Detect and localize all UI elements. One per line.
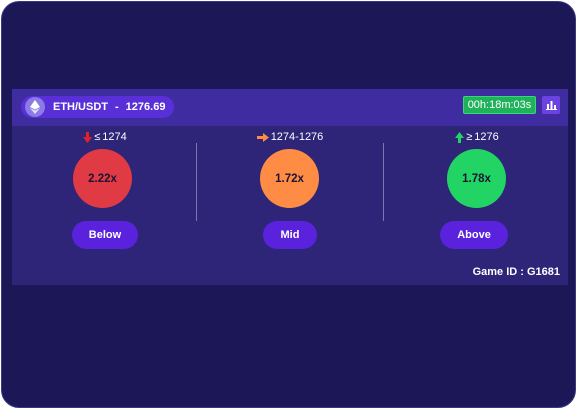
bar-chart-icon	[545, 101, 557, 110]
arrow-up-icon	[455, 131, 465, 143]
below-button[interactable]: Below	[72, 221, 138, 249]
prediction-panel: ETH/USDT - 1276.69 00h:18m:03s ≤ 1274 2.…	[12, 89, 568, 285]
game-card: ETH/USDT - 1276.69 00h:18m:03s ≤ 1274 2.…	[1, 1, 576, 408]
option-above: ≥1276 1.78x Above	[384, 126, 570, 256]
option-above-range: ≥1276	[384, 130, 570, 144]
pair-price-pill: ETH/USDT - 1276.69	[21, 96, 175, 118]
pair-name: ETH/USDT	[53, 101, 108, 113]
ethereum-icon	[25, 97, 45, 117]
current-price: 1276.69	[125, 101, 166, 113]
chart-button[interactable]	[542, 96, 560, 114]
above-button[interactable]: Above	[440, 221, 508, 249]
option-mid: 1274-1276 1.72x Mid	[197, 126, 383, 256]
below-odds-circle: 2.22x	[73, 149, 132, 208]
arrow-right-icon	[256, 132, 269, 142]
option-mid-range: 1274-1276	[197, 130, 383, 144]
arrow-down-icon	[83, 131, 93, 143]
option-below-range: ≤1274	[12, 130, 198, 144]
option-below: ≤1274 2.22x Below	[12, 126, 198, 256]
pair-separator: -	[115, 101, 119, 113]
below-odds: 2.22x	[88, 172, 117, 185]
above-odds-circle: 1.78x	[447, 149, 506, 208]
mid-odds: 1.72x	[275, 172, 304, 185]
countdown-timer: 00h:18m:03s	[463, 96, 536, 114]
game-id: Game ID : G1681	[472, 266, 560, 278]
mid-button[interactable]: Mid	[263, 221, 317, 249]
above-odds: 1.78x	[462, 172, 491, 185]
header-bar: ETH/USDT - 1276.69 00h:18m:03s	[12, 89, 568, 126]
mid-odds-circle: 1.72x	[260, 149, 319, 208]
